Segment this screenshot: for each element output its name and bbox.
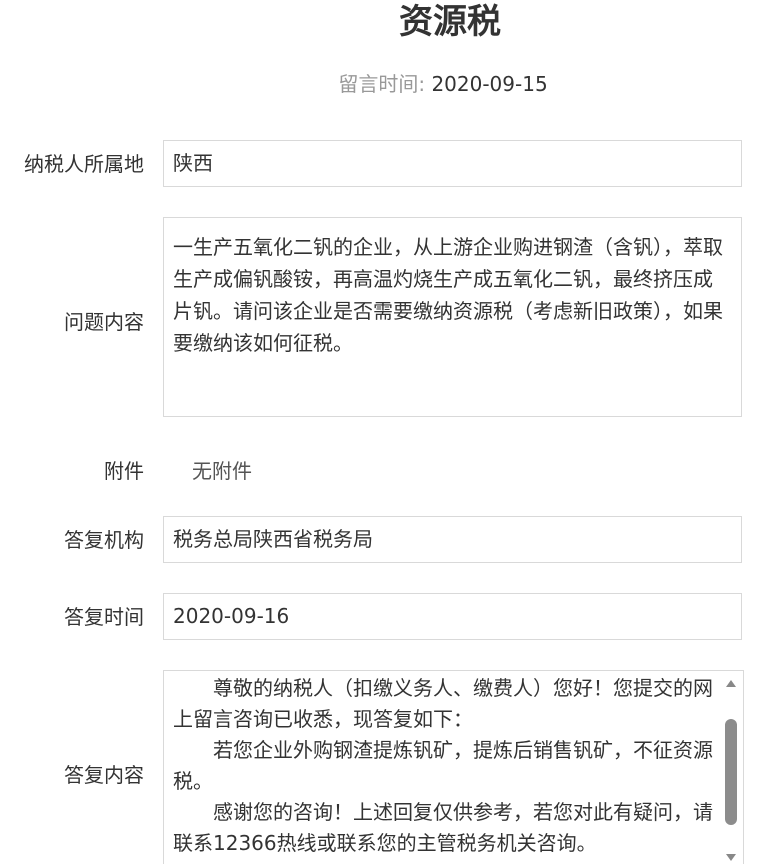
question-label: 问题内容 bbox=[64, 310, 144, 334]
message-time: 留言时间: 2020-09-15 bbox=[0, 70, 765, 98]
question-field[interactable]: 一生产五氧化二钒的企业，从上游企业购进钢渣（含钒），萃取生产成偏钒酸铵，再高温灼… bbox=[163, 217, 742, 417]
message-time-value: 2020-09-15 bbox=[431, 72, 548, 96]
scrollbar-thumb[interactable] bbox=[725, 719, 737, 825]
page-title: 资源税 bbox=[399, 2, 501, 42]
reply-time-label: 答复时间 bbox=[64, 605, 144, 629]
location-field[interactable]: 陕西 bbox=[163, 140, 742, 187]
scroll-down-arrow-icon[interactable] bbox=[726, 854, 736, 861]
reply-scrollbar[interactable] bbox=[721, 671, 743, 864]
reply-paragraph: 若您企业外购钢渣提炼钒矿，提炼后销售钒矿，不征资源税。 bbox=[173, 738, 713, 793]
scroll-up-arrow-icon[interactable] bbox=[726, 680, 736, 687]
reply-content: 尊敬的纳税人（扣缴义务人、缴费人）您好！您提交的网上留言咨询已收悉，现答复如下：… bbox=[173, 673, 713, 859]
reply-paragraph: 感谢您的咨询！上述回复仅供参考，若您对此有疑问，请联系12366热线或联系您的主… bbox=[173, 800, 713, 855]
attachment-value: 无附件 bbox=[192, 459, 252, 483]
reply-label: 答复内容 bbox=[64, 763, 144, 787]
message-time-label: 留言时间: bbox=[338, 72, 426, 96]
reply-textarea[interactable]: 尊敬的纳税人（扣缴义务人、缴费人）您好！您提交的网上留言咨询已收悉，现答复如下：… bbox=[163, 670, 744, 864]
reply-time-field[interactable]: 2020-09-16 bbox=[163, 593, 742, 640]
agency-label: 答复机构 bbox=[64, 528, 144, 552]
agency-field[interactable]: 税务总局陕西省税务局 bbox=[163, 516, 742, 563]
attachment-label: 附件 bbox=[104, 459, 144, 483]
reply-paragraph: 尊敬的纳税人（扣缴义务人、缴费人）您好！您提交的网上留言咨询已收悉，现答复如下： bbox=[173, 676, 713, 731]
location-label: 纳税人所属地 bbox=[24, 152, 144, 176]
